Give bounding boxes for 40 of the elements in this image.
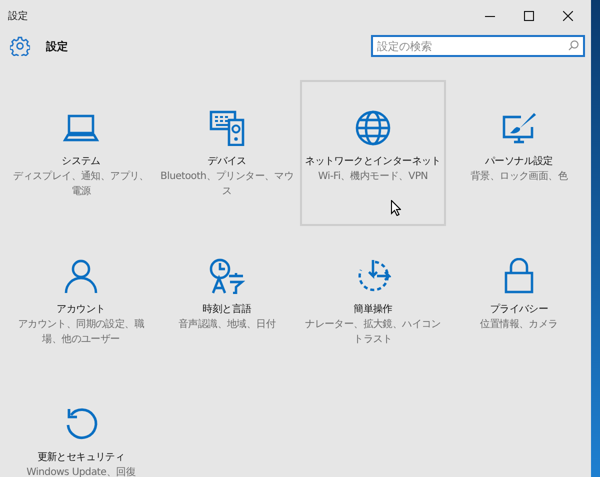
tile-title: アカウント (56, 303, 106, 317)
settings-tile[interactable]: 簡単操作 ナレーター、拡大鏡、ハイコントラスト (300, 228, 446, 374)
settings-tile[interactable]: システム ディスプレイ、通知、アプリ、電源 (8, 80, 154, 226)
settings-tile[interactable]: デバイス Bluetooth、プリンター、マウス (154, 80, 300, 226)
mouse-pointer-icon (391, 200, 401, 216)
settings-icon (10, 36, 30, 56)
tile-description: Wi-Fi、機内モード、VPN (318, 170, 428, 184)
tile-title: ネットワークとインターネット (305, 155, 441, 169)
tile-title: 簡単操作 (354, 303, 392, 317)
person-icon (63, 258, 99, 294)
page-title: 設定 (46, 38, 69, 54)
maximize-icon (524, 11, 534, 21)
tile-description: Bluetooth、プリンター、マウス (159, 170, 295, 199)
tile-description: 背景、ロック画面、色 (470, 170, 568, 184)
tile-title: パーソナル設定 (485, 154, 553, 169)
window-title: 設定 (7, 10, 29, 23)
settings-tile[interactable]: 更新とセキュリティ Windows Update、回復 (8, 376, 154, 477)
globe-icon (355, 110, 391, 146)
tile-description: 音声認識、地域、日付 (178, 318, 276, 332)
close-icon (562, 11, 572, 21)
settings-tile[interactable]: プライバシー 位置情報、カメラ (446, 228, 591, 374)
settings-tile[interactable]: 時刻と言語 音声認識、地域、日付 (154, 228, 300, 374)
monitor-brush-icon (501, 110, 537, 146)
keyboard-speaker-icon (209, 110, 245, 146)
tile-title: デバイス (208, 155, 246, 169)
tile-description: Windows Update、回復 (26, 466, 136, 477)
settings-tile[interactable]: アカウント アカウント、同期の設定、職場、他のユーザー (8, 228, 154, 374)
clock-letters-icon (209, 258, 245, 294)
tile-title: プライバシー (490, 302, 548, 317)
search-field[interactable]: 設定の検索 (371, 35, 585, 57)
settings-tile[interactable]: パーソナル設定 背景、ロック画面、色 (446, 80, 591, 226)
tile-description: ディスプレイ、通知、アプリ、電源 (12, 170, 150, 199)
settings-tile[interactable]: ネットワークとインターネット Wi-Fi、機内モード、VPN (300, 80, 446, 226)
search-icon (568, 40, 579, 51)
tile-description: ナレーター、拡大鏡、ハイコントラスト (304, 318, 442, 347)
tile-title: システム (62, 155, 100, 169)
tile-title: 更新とセキュリティ (37, 450, 125, 465)
tile-description: 位置情報、カメラ (480, 318, 558, 332)
tile-description: アカウント、同期の設定、職場、他のユーザー (16, 318, 146, 347)
tile-title: 時刻と言語 (202, 302, 252, 317)
